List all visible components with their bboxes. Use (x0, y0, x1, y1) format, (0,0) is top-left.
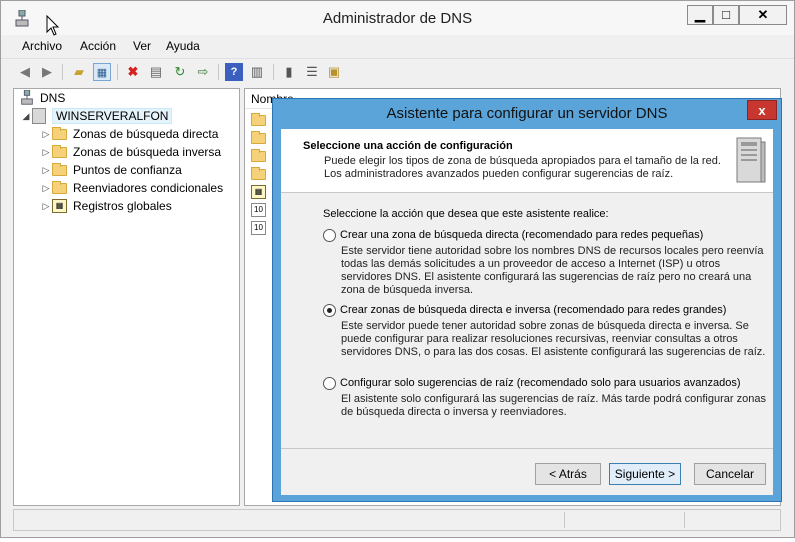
option-description: El asistente solo configurará las sugere… (341, 393, 766, 418)
toolbar-separator (218, 64, 219, 80)
forward-arrow-icon[interactable]: ▶ (38, 63, 56, 81)
folder-icon (52, 162, 67, 176)
tree-root-dns[interactable]: DNS (20, 89, 65, 107)
server-icon (32, 108, 46, 124)
wizard-subtitle-line2: Los administradores avanzados pueden con… (324, 168, 674, 180)
record-icon: 10 (251, 203, 266, 217)
option-description: Este servidor puede tener autoridad sobr… (341, 320, 766, 358)
toolbar-separator (117, 64, 118, 80)
list-icon[interactable]: ☰ (303, 63, 321, 81)
folder-icon (251, 166, 266, 180)
tree-conditional-forwarders[interactable]: ▷ Reenviadores condicionales (40, 179, 223, 197)
dialog-title[interactable]: Asistente para configurar un servidor DN… (273, 99, 781, 129)
menu-ver[interactable]: Ver (133, 39, 151, 53)
window-title: Administrador de DNS (322, 10, 473, 27)
expand-arrow-icon[interactable]: ▷ (40, 183, 52, 194)
record-icon: 10 (251, 221, 266, 235)
option-label[interactable]: Configurar solo sugerencias de raíz (rec… (340, 377, 741, 389)
title-bar[interactable]: Administrador de DNS ▁ □ ✕ (1, 1, 794, 35)
folder-icon (251, 148, 266, 162)
tree-label: Registros globales (73, 199, 172, 213)
log-icon: ▦ (52, 199, 67, 213)
properties-icon[interactable]: ▤ (147, 63, 165, 81)
folder-icon (52, 180, 67, 194)
server-tower-icon (736, 137, 766, 183)
menu-accion[interactable]: Acción (80, 39, 116, 53)
tree-label: Zonas de búsqueda inversa (73, 145, 222, 159)
menu-ayuda[interactable]: Ayuda (166, 39, 200, 53)
refresh-icon[interactable]: ↻ (171, 63, 189, 81)
tree-trust-points[interactable]: ▷ Puntos de confianza (40, 161, 182, 179)
tree-label: Zonas de búsqueda directa (73, 127, 219, 141)
tree-global-logs[interactable]: ▷ ▦ Registros globales (40, 197, 172, 215)
maximize-button[interactable]: □ (713, 5, 739, 25)
mouse-cursor-icon (46, 15, 60, 36)
radio-root-hints-only[interactable] (323, 377, 336, 390)
show-hide-tree-icon[interactable]: ▦ (93, 63, 111, 81)
folder-icon (251, 130, 266, 144)
folder-icon (251, 112, 266, 126)
help-icon[interactable]: ? (225, 63, 243, 81)
dns-config-wizard-dialog: Asistente para configurar un servidor DN… (272, 98, 782, 502)
expand-arrow-icon[interactable]: ▷ (40, 201, 52, 212)
back-arrow-icon[interactable]: ◀ (16, 63, 34, 81)
status-separator (564, 512, 565, 528)
tree-label: DNS (40, 91, 66, 105)
folder-icon (52, 144, 67, 158)
minimize-button[interactable]: ▁ (687, 5, 713, 25)
tree-forward-zones[interactable]: ▷ Zonas de búsqueda directa (40, 125, 218, 143)
wizard-subtitle-line1: Puede elegir los tipos de zona de búsque… (324, 155, 721, 167)
notes-icon[interactable]: ▣ (325, 63, 343, 81)
status-separator (684, 512, 685, 528)
expand-arrow-icon[interactable]: ▷ (40, 165, 52, 176)
export-list-icon[interactable]: ⇨ (194, 63, 212, 81)
menu-archivo[interactable]: Archivo (22, 39, 62, 53)
tree-label: WINSERVERALFON (52, 108, 173, 124)
status-bar (13, 509, 781, 531)
up-folder-icon[interactable]: ▰ (70, 63, 88, 81)
server-icon[interactable]: ▮ (280, 63, 298, 81)
tree-reverse-zones[interactable]: ▷ Zonas de búsqueda inversa (40, 143, 221, 161)
tree-label: Reenviadores condicionales (73, 181, 224, 195)
option-label[interactable]: Crear una zona de búsqueda directa (reco… (340, 229, 703, 241)
wizard-prompt: Seleccione la acción que desea que este … (323, 208, 609, 220)
delete-icon[interactable]: ✖ (124, 63, 142, 81)
radio-forward-zone[interactable] (323, 229, 336, 242)
tree-label: Puntos de confianza (73, 163, 182, 177)
dialog-body: Seleccione una acción de configuración P… (281, 129, 773, 495)
console-tree: DNS ◢ WINSERVERALFON ▷ Zonas de búsqueda… (13, 88, 240, 506)
toolbar-separator (273, 64, 274, 80)
dns-icon (21, 90, 33, 105)
dialog-close-button[interactable]: x (747, 100, 777, 120)
radio-forward-reverse-zones[interactable] (323, 304, 336, 317)
menu-bar: Archivo Acción Ver Ayuda (1, 35, 794, 57)
close-button[interactable]: ✕ (739, 5, 787, 25)
expand-arrow-icon[interactable]: ▷ (40, 147, 52, 158)
wizard-header: Seleccione una acción de configuración P… (281, 129, 773, 193)
expand-arrow-icon[interactable]: ▷ (40, 129, 52, 140)
toolbar: ◀ ▶ ▰ ▦ ✖ ▤ ↻ ⇨ ? ▥ ▮ ☰ ▣ (1, 58, 794, 84)
back-button[interactable]: < Atrás (535, 463, 601, 485)
wizard-heading: Seleccione una acción de configuración (303, 140, 513, 152)
next-button[interactable]: Siguiente > (609, 463, 681, 485)
option-description: Este servidor tiene autoridad sobre los … (341, 245, 764, 296)
tree-server[interactable]: ◢ WINSERVERALFON (20, 107, 173, 125)
collapse-arrow-icon[interactable]: ◢ (20, 111, 32, 122)
console-icon[interactable]: ▥ (248, 63, 266, 81)
dialog-divider (281, 448, 773, 449)
option-label[interactable]: Crear zonas de búsqueda directa e invers… (340, 304, 726, 316)
folder-icon (52, 126, 67, 140)
log-icon: ▦ (251, 185, 266, 199)
cancel-button[interactable]: Cancelar (694, 463, 766, 485)
toolbar-separator (62, 64, 63, 80)
